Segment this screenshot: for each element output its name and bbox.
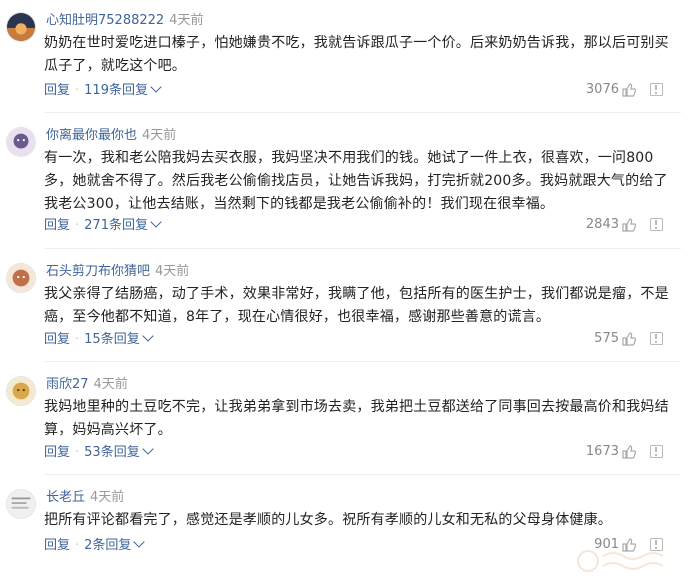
divider — [44, 474, 681, 475]
comment-meta: 你离最你最你也 4天前 — [46, 127, 176, 145]
view-replies-link[interactable]: 2条回复 — [84, 538, 131, 553]
thumbs-up-icon[interactable] — [622, 444, 637, 459]
thumbs-up-icon[interactable] — [622, 217, 637, 232]
comment-stats: 3076 — [586, 82, 663, 97]
comment-actions: 回复 · 271条回复 — [44, 216, 162, 235]
view-replies-link[interactable]: 271条回复 — [84, 218, 148, 233]
comment-meta: 长老丘 4天前 — [46, 489, 124, 507]
reply-button[interactable]: 回复 — [44, 332, 70, 347]
like-count: 1673 — [585, 444, 619, 459]
avatar[interactable] — [6, 127, 36, 157]
comment-text: 把所有评论都看完了，感觉还是孝顺的儿女多。祝所有孝顺的儿女和无私的父母身体健康。 — [44, 512, 612, 528]
thumbs-up-icon[interactable] — [622, 331, 637, 346]
avatar[interactable] — [6, 376, 36, 406]
timestamp: 4天前 — [142, 128, 177, 143]
comment-item: 心知肚明75288222 4天前 奶奶在世时爱吃进口榛子，怕她嫌贵不吃，我就告诉跟… — [0, 12, 693, 112]
comment-meta: 心知肚明75288222 4天前 — [46, 12, 203, 30]
timestamp: 4天前 — [155, 264, 190, 279]
view-replies-link[interactable]: 15条回复 — [84, 332, 140, 347]
view-replies-link[interactable]: 119条回复 — [84, 83, 148, 98]
divider — [44, 361, 681, 362]
like-count: 2843 — [585, 217, 619, 232]
chevron-down-icon[interactable] — [150, 81, 162, 93]
watermark-graphic — [577, 550, 664, 572]
chevron-down-icon[interactable] — [133, 536, 146, 548]
view-replies-link[interactable]: 53条回复 — [84, 445, 140, 460]
chevron-down-icon[interactable] — [150, 216, 162, 228]
reply-button[interactable]: 回复 — [44, 445, 70, 460]
username[interactable]: 心知肚明75288222 — [46, 13, 164, 28]
comment-actions: 回复 · 53条回复 — [44, 443, 154, 462]
timestamp: 4天前 — [169, 13, 204, 28]
reply-button[interactable]: 回复 — [44, 538, 70, 553]
comment-stats: 1673 — [586, 444, 663, 459]
avatar[interactable] — [6, 263, 36, 293]
comment-item: 雨欣27 4天前 我妈地里种的土豆吃不完，让我弟弟拿到市场去卖，我弟把土豆都送给了… — [0, 376, 693, 471]
username[interactable]: 石头剪刀布你猜吧 — [46, 264, 150, 279]
comment-stats: 2843 — [586, 217, 663, 232]
comment-stats: 575 — [594, 331, 663, 346]
report-icon[interactable] — [650, 83, 663, 96]
comment-actions: 回复 · 2条回复 — [44, 536, 146, 555]
chevron-down-icon[interactable] — [142, 330, 154, 342]
timestamp: 4天前 — [93, 377, 128, 392]
reply-button[interactable]: 回复 — [44, 218, 70, 233]
reply-button[interactable]: 回复 — [44, 83, 70, 98]
comment-text: 我父亲得了结肠癌，动了手术，效果非常好，我瞒了他，包括所有的医生护士，我们都说是… — [44, 286, 669, 325]
comment-item: 石头剪刀布你猜吧 4天前 我父亲得了结肠癌，动了手术，效果非常好，我瞒了他，包括所… — [0, 263, 693, 358]
comment-meta: 雨欣27 4天前 — [46, 376, 128, 394]
timestamp: 4天前 — [90, 490, 125, 505]
comment-item: 你离最你最你也 4天前 有一次，我和老公陪我妈去买衣服，我妈坚决不用我们的钱。她试… — [0, 127, 693, 247]
like-count: 3076 — [585, 82, 619, 97]
username[interactable]: 你离最你最你也 — [46, 128, 137, 143]
report-icon[interactable] — [650, 332, 663, 345]
comment-text: 有一次，我和老公陪我妈去买衣服，我妈坚决不用我们的钱。她试了一件上衣，很喜欢，一… — [44, 150, 668, 212]
divider — [44, 248, 681, 249]
like-count: 575 — [594, 331, 619, 346]
comment-actions: 回复 · 15条回复 — [44, 330, 154, 349]
username[interactable]: 长老丘 — [46, 490, 85, 505]
report-icon[interactable] — [650, 445, 663, 458]
avatar[interactable] — [6, 12, 36, 42]
avatar[interactable] — [6, 489, 36, 519]
comment-text: 奶奶在世时爱吃进口榛子，怕她嫌贵不吃，我就告诉跟瓜子一个价。后来奶奶告诉我，那以… — [44, 35, 669, 74]
comment-text: 我妈地里种的土豆吃不完，让我弟弟拿到市场去卖，我弟把土豆都送给了同事回去按最高价… — [44, 399, 669, 438]
comment-meta: 石头剪刀布你猜吧 4天前 — [46, 263, 189, 281]
comment-actions: 回复 · 119条回复 — [44, 81, 162, 100]
report-icon[interactable] — [650, 218, 663, 231]
thumbs-up-icon[interactable] — [622, 82, 637, 97]
chevron-down-icon[interactable] — [142, 443, 154, 455]
username[interactable]: 雨欣27 — [46, 377, 89, 392]
divider — [44, 112, 681, 113]
